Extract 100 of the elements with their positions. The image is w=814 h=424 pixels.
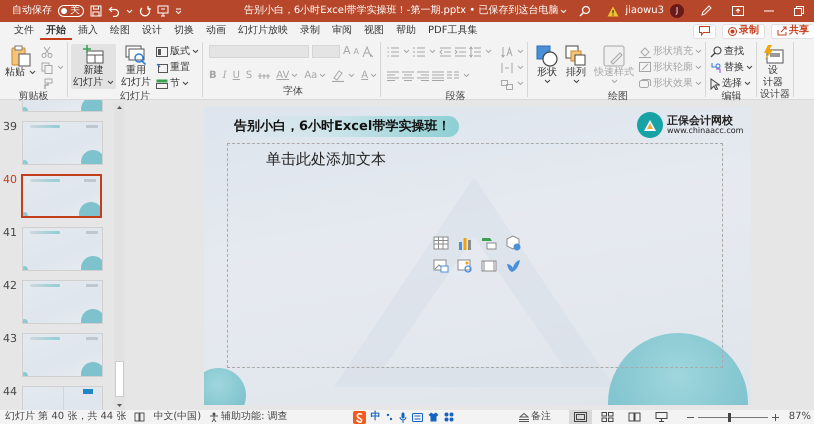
record-button[interactable]: 录制	[722, 24, 765, 38]
section-button[interactable]: 节	[156, 78, 189, 90]
find-button[interactable]: 查找	[710, 46, 744, 58]
placeholder-text[interactable]: 单击此处添加文本	[266, 150, 386, 168]
zoom-in-icon[interactable]	[772, 414, 779, 420]
menu-tab[interactable]: 动画	[200, 22, 232, 40]
comment-icon	[699, 26, 710, 36]
input-mode-button[interactable]: 中	[370, 411, 381, 423]
punctuation-icon[interactable]	[386, 413, 394, 421]
caret-icon[interactable]	[544, 78, 551, 84]
shapes-icon	[536, 45, 558, 67]
paste-icon	[10, 45, 30, 67]
replace-icon	[710, 62, 722, 74]
caret-icon[interactable]	[572, 78, 580, 84]
menu-tab[interactable]: 绘图	[104, 22, 136, 40]
chart-icon[interactable]	[457, 235, 473, 251]
group-label: 编辑	[720, 91, 743, 102]
caret-icon[interactable]	[746, 65, 754, 70]
smartart-icon[interactable]	[481, 235, 497, 251]
reuse-slides-button[interactable]: 重用 幻灯片	[119, 44, 153, 89]
menu-tab[interactable]: 设计	[136, 22, 168, 40]
presentation-icon[interactable]	[157, 5, 169, 17]
quick-styles-icon	[603, 45, 626, 67]
caret-icon[interactable]	[182, 81, 189, 86]
menu-tab[interactable]: 审阅	[326, 22, 358, 40]
accessibility-button[interactable]: 辅助功能: 调查	[209, 411, 288, 423]
caret-icon[interactable]	[744, 81, 752, 86]
reset-button[interactable]: 重置	[156, 62, 190, 74]
accessibility-icon	[209, 412, 220, 422]
share-button[interactable]: 共享	[771, 24, 814, 38]
slide-sorter-icon	[600, 412, 614, 422]
microphone-icon[interactable]	[398, 412, 407, 422]
picture-icon[interactable]	[433, 258, 449, 274]
restore-icon[interactable]	[794, 6, 804, 16]
logo-icon	[637, 112, 663, 138]
menu-tab[interactable]: 幻灯片放映	[232, 22, 294, 40]
search-icon[interactable]	[579, 5, 592, 17]
shapes-button[interactable]: 形状	[534, 44, 560, 84]
arrange-button[interactable]: 排列	[563, 44, 590, 84]
menu-tab[interactable]: 文件	[8, 22, 40, 40]
share-icon	[777, 26, 787, 36]
slide-thumbnail[interactable]	[21, 174, 102, 218]
keyboard-icon[interactable]	[412, 412, 423, 422]
comments-button[interactable]	[693, 24, 716, 38]
cube-icon[interactable]	[505, 235, 521, 251]
logo-name: 正保会计网校	[667, 114, 733, 127]
warning-icon	[607, 6, 620, 16]
search-icon	[710, 46, 722, 58]
minimize-icon[interactable]	[764, 10, 774, 12]
group-label: 段落	[444, 91, 467, 102]
account-name[interactable]: jiaowu3	[625, 5, 664, 17]
paste-button[interactable]: 粘贴	[3, 44, 38, 80]
caret-icon[interactable]	[29, 70, 36, 76]
notes-button[interactable]: 备注	[518, 411, 551, 423]
caret-icon[interactable]	[107, 80, 114, 85]
save-icon[interactable]	[90, 5, 102, 17]
menu-tab[interactable]: 切换	[168, 22, 200, 40]
menu-tab[interactable]: 录制	[294, 22, 326, 40]
shape-effects-icon	[639, 78, 652, 90]
shirt-icon[interactable]	[428, 412, 439, 422]
stock-images-icon[interactable]	[457, 258, 473, 274]
notes-icon	[518, 412, 529, 422]
undo-icon[interactable]	[108, 5, 120, 17]
scrollbar[interactable]	[114, 103, 125, 410]
reset-icon	[156, 62, 168, 72]
group-label: 绘图	[607, 91, 630, 102]
video-icon[interactable]	[481, 258, 497, 274]
group-label: 字体	[282, 86, 304, 97]
menu-tab[interactable]: 帮助	[390, 22, 422, 40]
shape-outline-icon	[639, 62, 652, 74]
zoom-percentage[interactable]: 87%	[788, 411, 811, 423]
menu-tab[interactable]: PDF工具集	[422, 22, 484, 40]
group-label: 设计器	[760, 89, 790, 100]
slide-number: 43	[2, 333, 18, 344]
menu-tab[interactable]: 开始	[40, 22, 72, 40]
replace-button[interactable]: 替换	[710, 62, 754, 74]
designer-button[interactable]: 设 计器	[760, 44, 786, 89]
caret-icon[interactable]	[192, 49, 199, 54]
group-label: 幻灯片	[119, 91, 151, 102]
view-button[interactable]	[568, 410, 592, 424]
slide-number: 41	[2, 227, 18, 238]
new-slide-button[interactable]: 新建 幻灯片	[71, 44, 116, 89]
document-title[interactable]: 告别小白，6小时Excel带学实操班！-第一期.pptx • 已保存到这台电脑	[244, 5, 568, 17]
layout-button[interactable]: 版式	[156, 46, 199, 58]
avatar[interactable]: J	[670, 4, 684, 18]
grid-icon[interactable]	[444, 412, 454, 422]
language-button[interactable]: 中文(中国)	[153, 411, 202, 423]
menu-tab[interactable]: 视图	[358, 22, 390, 40]
customize-caret-icon[interactable]	[175, 8, 182, 14]
pen-icon[interactable]	[700, 5, 712, 17]
scroll-thumb[interactable]	[115, 361, 124, 397]
redo-icon[interactable]	[139, 5, 151, 17]
sogou-icon[interactable]	[352, 410, 366, 424]
content-placeholder[interactable]: 单击此处添加文本	[227, 143, 723, 368]
group-label: 剪贴板	[18, 91, 50, 102]
menu-tab[interactable]: 插入	[72, 22, 104, 40]
zoom-out-icon[interactable]	[686, 416, 694, 418]
select-button[interactable]: 选择	[710, 78, 752, 90]
table-icon[interactable]	[433, 235, 449, 251]
ribbon-display-icon[interactable]	[732, 6, 744, 16]
